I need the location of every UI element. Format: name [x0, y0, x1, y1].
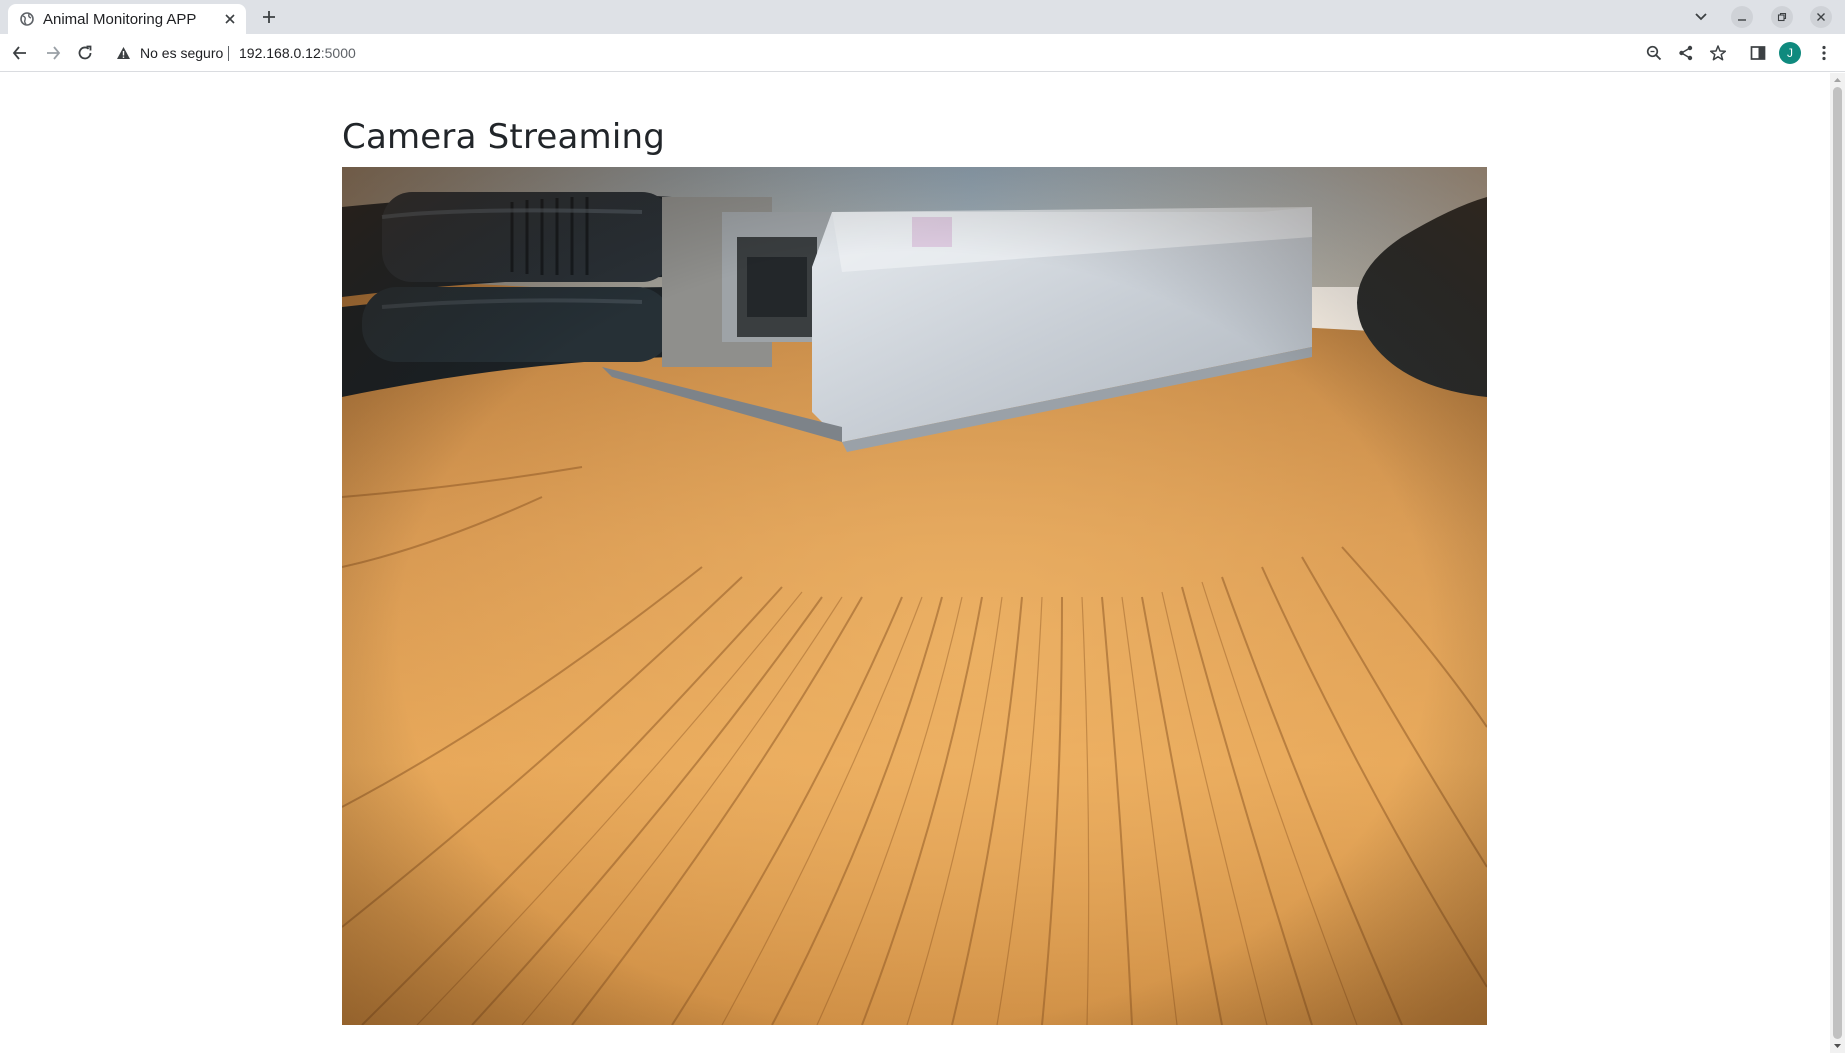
restore-icon — [1777, 12, 1787, 22]
chevron-down-icon[interactable] — [1694, 10, 1708, 24]
tab-title: Animal Monitoring APP — [43, 11, 197, 28]
kebab-menu-icon[interactable] — [1815, 44, 1833, 62]
tab-strip: Animal Monitoring APP — [0, 0, 1845, 34]
browser-toolbar: No es seguro 192.168.0.12:5000 J — [0, 34, 1845, 72]
camera-stream-image — [342, 167, 1487, 1025]
side-panel-icon[interactable] — [1749, 44, 1767, 62]
close-window-button[interactable] — [1810, 6, 1832, 28]
scroll-up-arrow-icon[interactable] — [1833, 76, 1842, 84]
close-icon[interactable] — [224, 13, 236, 25]
reload-icon[interactable] — [76, 44, 94, 62]
url-text[interactable]: 192.168.0.12:5000 — [239, 45, 356, 61]
scroll-down-arrow-icon[interactable] — [1833, 1042, 1842, 1050]
share-icon[interactable] — [1677, 44, 1695, 62]
globe-icon — [20, 12, 34, 26]
url-host: 192.168.0.12 — [239, 45, 321, 61]
magnifier-icon[interactable] — [1645, 44, 1663, 62]
profile-avatar[interactable]: J — [1779, 42, 1801, 64]
page-title: Camera Streaming — [342, 117, 666, 157]
close-icon — [1817, 13, 1825, 21]
separator — [228, 46, 229, 61]
plus-icon[interactable] — [260, 8, 278, 26]
camera-frame — [342, 167, 1487, 1025]
arrow-left-icon[interactable] — [11, 44, 29, 62]
browser-tab[interactable]: Animal Monitoring APP — [8, 4, 246, 34]
scroll-thumb[interactable] — [1833, 87, 1842, 1039]
security-status-text[interactable]: No es seguro — [140, 45, 223, 61]
restore-button[interactable] — [1771, 6, 1793, 28]
minimize-button[interactable] — [1731, 6, 1753, 28]
minimize-icon — [1738, 19, 1746, 21]
warning-icon[interactable] — [116, 46, 131, 60]
star-icon[interactable] — [1709, 44, 1727, 62]
arrow-right-icon[interactable] — [44, 44, 62, 62]
page-scrollbar[interactable] — [1830, 73, 1845, 1053]
page-viewport: Camera Streaming — [0, 73, 1845, 1053]
address-bar[interactable]: No es seguro 192.168.0.12:5000 — [108, 38, 1673, 68]
url-port: :5000 — [320, 45, 356, 61]
